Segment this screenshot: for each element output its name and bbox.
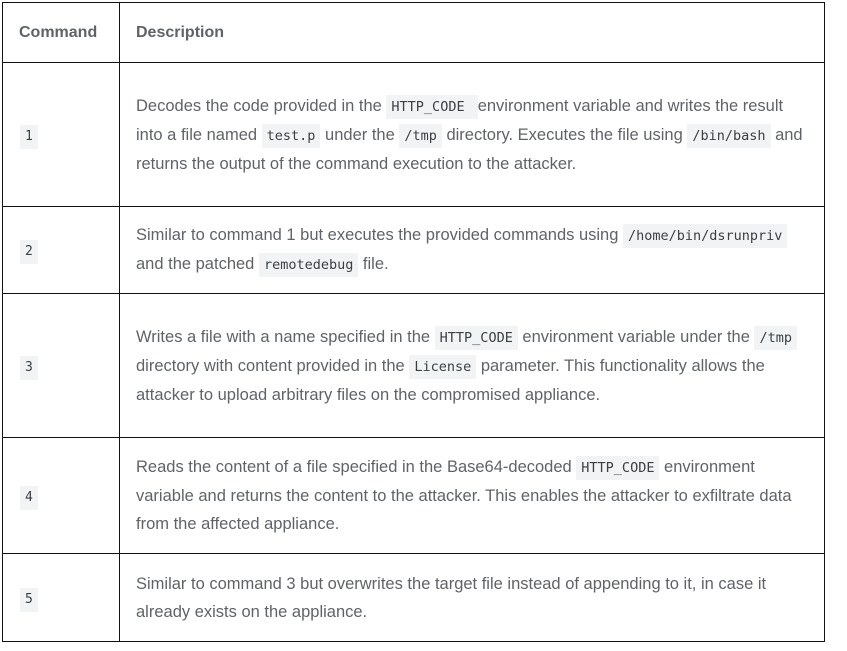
- command-number: 4: [20, 485, 38, 510]
- description-text: environment variable under the: [517, 327, 755, 346]
- description-cell: Reads the content of a file specified in…: [119, 437, 825, 554]
- description-text: Similar to command 1 but executes the pr…: [136, 226, 623, 244]
- commands-table: Command Description 1 Decodes the code p…: [2, 2, 825, 642]
- description-text: Writes a file with a name specified in t…: [136, 327, 435, 346]
- inline-code: remotedebug: [258, 253, 359, 277]
- command-cell: 4: [2, 437, 120, 554]
- table-row: 2 Similar to command 1 but executes the …: [2, 206, 825, 294]
- description-text: file.: [358, 255, 389, 273]
- inline-code: /tmp: [754, 325, 797, 350]
- inline-code: HTTP_CODE: [434, 325, 518, 350]
- command-cell: 3: [2, 293, 120, 438]
- description-text: and the patched: [136, 255, 259, 273]
- description-text: Reads the content of a file specified in…: [136, 458, 577, 476]
- command-cell: 2: [2, 206, 120, 294]
- description-cell: Similar to command 1 but executes the pr…: [119, 206, 825, 294]
- description-cell: Similar to command 3 but overwrites the …: [119, 553, 825, 642]
- command-number: 3: [20, 355, 38, 380]
- description-cell: Writes a file with a name specified in t…: [119, 293, 825, 438]
- inline-code: /bin/bash: [687, 123, 771, 148]
- table-row: 3 Writes a file with a name specified in…: [2, 293, 825, 438]
- description-cell: Decodes the code provided in the HTTP_CO…: [119, 62, 825, 207]
- description-text: Decodes the code provided in the: [136, 96, 387, 115]
- inline-code: test.p: [261, 123, 321, 148]
- inline-code: /tmp: [399, 123, 442, 148]
- table-row: 5 Similar to command 3 but overwrites th…: [2, 553, 825, 642]
- description-text: directory with content provided in the: [136, 356, 410, 375]
- header-command: Command: [2, 2, 120, 63]
- header-description: Description: [119, 2, 825, 63]
- description-text: under the: [320, 125, 400, 144]
- inline-code: HTTP_CODE: [576, 456, 660, 480]
- command-number: 5: [20, 587, 38, 612]
- table-row: 1 Decodes the code provided in the HTTP_…: [2, 62, 825, 207]
- description-text: directory. Executes the file using: [441, 125, 688, 144]
- inline-code: License: [409, 354, 477, 379]
- table-row: 4 Reads the content of a file specified …: [2, 437, 825, 554]
- description-text: Similar to command 3 but overwrites the …: [136, 574, 767, 621]
- command-cell: 1: [2, 62, 120, 207]
- command-cell: 5: [2, 553, 120, 642]
- command-number: 2: [20, 240, 38, 264]
- header-row: Command Description: [2, 2, 825, 63]
- inline-code: /home/bin/dsrunpriv: [623, 224, 788, 248]
- command-number: 1: [20, 124, 38, 149]
- inline-code: HTTP_CODE: [386, 94, 478, 119]
